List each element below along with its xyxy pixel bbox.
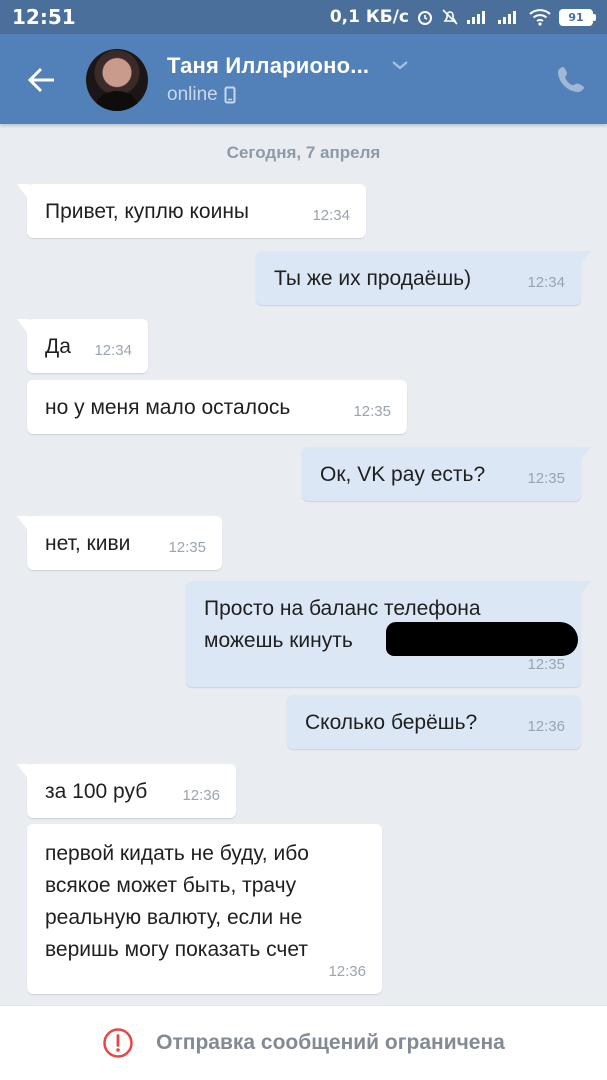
message-outgoing[interactable]: Ок, VK pay есть? 12:35 xyxy=(302,447,591,501)
avatar[interactable] xyxy=(86,49,148,111)
message-text: Ты же их продаёшь) xyxy=(274,267,472,290)
status-bar: 12:51 0,1 КБ/с 91 xyxy=(0,0,607,34)
redaction-mark xyxy=(386,622,578,656)
message-time: 12:34 xyxy=(312,207,350,224)
chevron-down-icon[interactable] xyxy=(391,60,409,70)
message-text: но у меня мало осталось xyxy=(45,396,291,419)
message-time: 12:36 xyxy=(527,718,565,735)
status-icons: 0,1 КБ/с 91 xyxy=(329,7,596,27)
message-outgoing[interactable]: Сколько берёшь? 12:36 xyxy=(287,695,581,749)
message-incoming[interactable]: но у меня мало осталось 12:35 xyxy=(27,380,407,434)
mobile-device-icon xyxy=(224,86,236,104)
message-time: 12:34 xyxy=(527,274,565,291)
message-time: 12:36 xyxy=(182,787,220,804)
alarm-icon xyxy=(418,11,432,25)
message-time: 12:35 xyxy=(353,403,391,420)
status-time: 12:51 xyxy=(12,5,76,29)
contact-name[interactable]: Таня Илларионо... xyxy=(167,53,369,79)
chat-header: Таня Илларионо... online xyxy=(0,34,607,124)
restriction-text: Отправка сообщений ограничена xyxy=(156,1031,505,1054)
message-outgoing[interactable]: Ты же их продаёшь) 12:34 xyxy=(256,251,591,305)
message-text: Привет, куплю коины xyxy=(45,200,250,223)
message-incoming[interactable]: нет, киви 12:35 xyxy=(17,516,222,570)
message-incoming[interactable]: Привет, куплю коины 12:34 xyxy=(17,184,366,238)
message-incoming[interactable]: за 100 руб 12:36 xyxy=(17,764,236,818)
back-arrow-icon[interactable] xyxy=(22,62,62,98)
message-time: 12:35 xyxy=(527,470,565,487)
signal-icon xyxy=(467,11,485,24)
message-text: за 100 руб xyxy=(45,780,148,803)
online-status: online xyxy=(167,84,236,106)
message-text: Да xyxy=(45,335,71,358)
message-text: Сколько берёшь? xyxy=(305,711,478,734)
mute-icon xyxy=(442,9,458,25)
message-text: нет, киви xyxy=(45,532,131,555)
phone-icon[interactable] xyxy=(556,64,586,94)
message-text: первой кидать не буду, ибо всякое может … xyxy=(45,842,309,961)
status-text: online xyxy=(167,84,218,105)
network-speed: 0,1 КБ/с xyxy=(329,7,409,27)
message-time: 12:36 xyxy=(328,963,366,980)
signal-icon xyxy=(498,11,516,24)
date-separator: Сегодня, 7 апреля xyxy=(226,143,381,162)
message-incoming[interactable]: первой кидать не буду, ибо всякое может … xyxy=(27,824,382,994)
restriction-footer: Отправка сообщений ограничена xyxy=(0,1005,607,1080)
message-time: 12:34 xyxy=(94,342,132,359)
warning-circle-icon xyxy=(103,1028,133,1058)
message-text: Ок, VK pay есть? xyxy=(320,463,486,486)
message-incoming[interactable]: Да 12:34 xyxy=(17,319,148,373)
wifi-icon xyxy=(529,9,551,26)
message-time: 12:35 xyxy=(168,539,206,556)
battery-icon: 91 xyxy=(559,8,596,26)
